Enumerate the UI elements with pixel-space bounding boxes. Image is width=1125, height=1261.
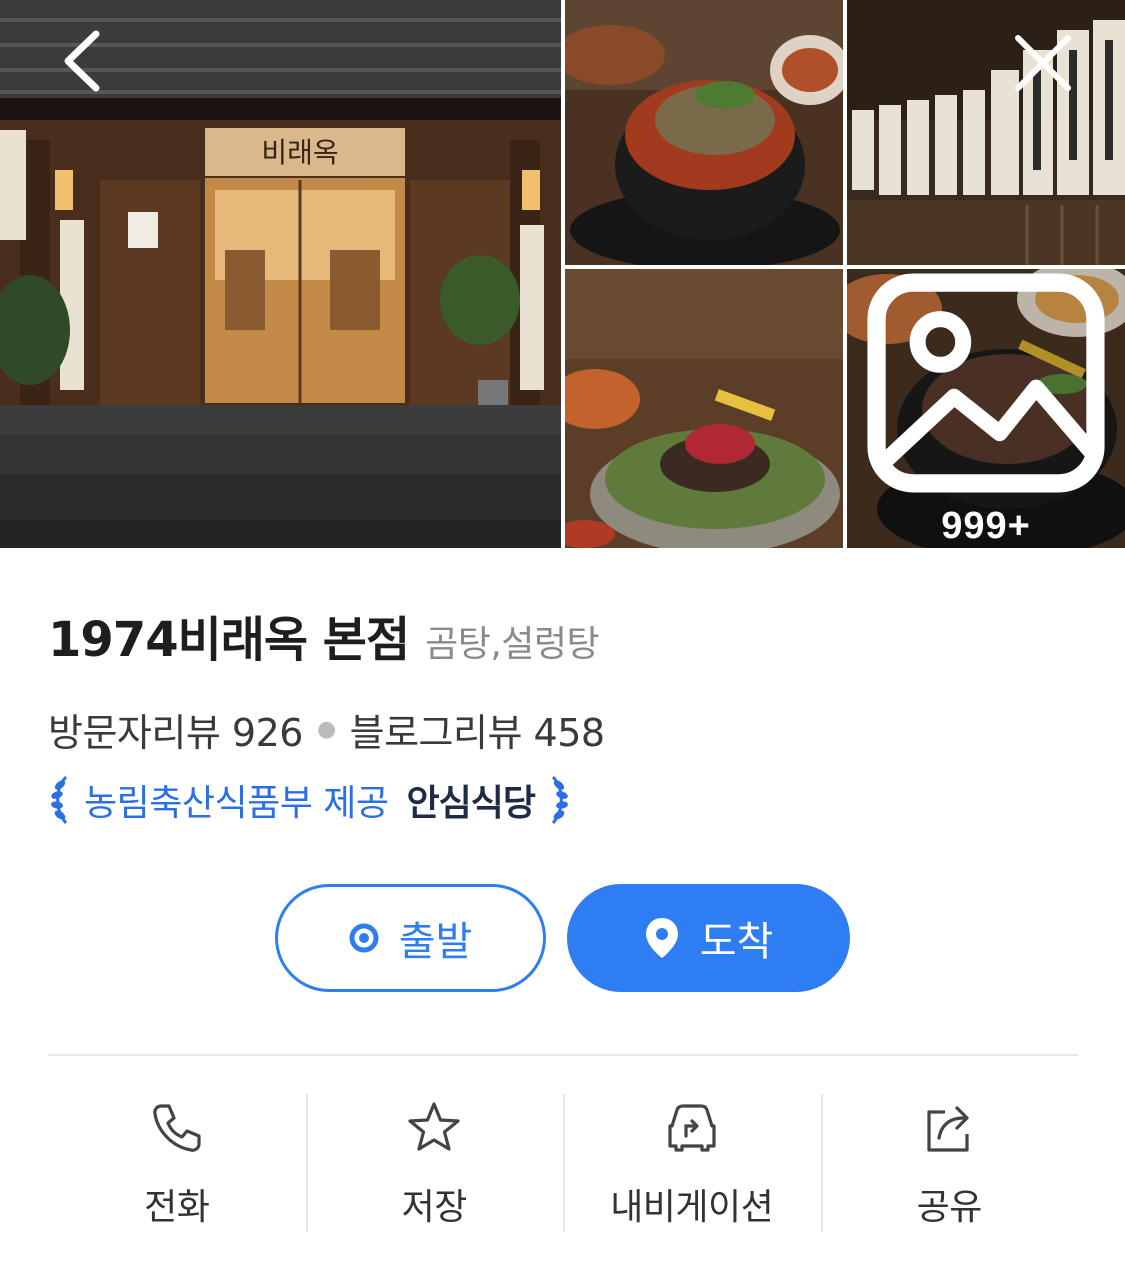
place-info: 1974비래옥 본점 곰탕,설렁탕 <box>48 600 1078 670</box>
navigation-button[interactable]: 내비게이션 <box>563 1094 821 1232</box>
photo-gallery: 비래옥 999+ <box>0 0 1125 548</box>
visitor-review-link[interactable]: 방문자리뷰 926 <box>48 702 303 757</box>
call-label: 전화 <box>144 1187 210 1228</box>
certification-badge[interactable]: 농림축산식품부 제공 안심식당 <box>48 772 571 828</box>
close-button[interactable] <box>1006 26 1076 96</box>
save-label: 저장 <box>401 1187 468 1228</box>
navigation-label: 내비게이션 <box>610 1187 774 1228</box>
photo-food-naengmyeon[interactable] <box>565 269 843 548</box>
visitor-review-count: 926 <box>231 711 304 755</box>
separator-dot: ● <box>316 717 336 742</box>
photo-count: 999+ <box>941 505 1031 547</box>
laurel-right-icon <box>551 775 568 824</box>
blog-review-count: 458 <box>533 711 606 755</box>
car-navigation-icon <box>668 1104 716 1152</box>
chevron-left-icon <box>64 30 100 92</box>
photo-food-gomtang[interactable]: 999+ <box>847 269 1125 548</box>
back-button[interactable] <box>46 26 116 96</box>
depart-label: 출발 <box>398 919 473 965</box>
visitor-review-label: 방문자리뷰 <box>48 711 221 755</box>
origin-dot-icon <box>349 923 379 953</box>
section-divider <box>48 1054 1078 1056</box>
blog-review-link[interactable]: 블로그리뷰 458 <box>350 702 605 757</box>
save-button[interactable]: 저장 <box>305 1094 564 1232</box>
arrive-button[interactable]: 도착 <box>567 884 850 992</box>
call-button[interactable]: 전화 <box>48 1094 306 1232</box>
photo-food-stew[interactable] <box>565 0 843 265</box>
share-icon <box>927 1106 969 1152</box>
laurel-left-icon <box>51 775 68 824</box>
place-category: 곰탕,설렁탕 <box>425 624 600 665</box>
certification-name: 안심식당 <box>406 783 536 824</box>
share-label: 공유 <box>916 1187 983 1228</box>
photo-interior[interactable] <box>847 0 1125 265</box>
image-icon <box>867 273 1105 493</box>
review-summary: 방문자리뷰 926 ● 블로그리뷰 458 <box>48 702 605 757</box>
share-button[interactable]: 공유 <box>820 1094 1079 1232</box>
place-name[interactable]: 1974비래옥 본점 <box>48 600 410 670</box>
phone-icon <box>152 1104 201 1152</box>
more-photos-overlay[interactable]: 999+ <box>847 269 1125 548</box>
star-icon <box>408 1102 460 1151</box>
depart-button[interactable]: 출발 <box>275 884 546 992</box>
certification-provider: 농림축산식품부 제공 <box>84 783 389 824</box>
location-pin-icon <box>645 918 678 958</box>
blog-review-label: 블로그리뷰 <box>349 711 523 755</box>
title-row: 1974비래옥 본점 곰탕,설렁탕 <box>48 600 1078 670</box>
arrive-label: 도착 <box>699 919 774 965</box>
storefront-sign: 비래옥 <box>261 136 338 169</box>
close-icon <box>1015 35 1071 91</box>
action-bar: 전화 저장 내비게이션 공유 <box>48 1094 1078 1232</box>
